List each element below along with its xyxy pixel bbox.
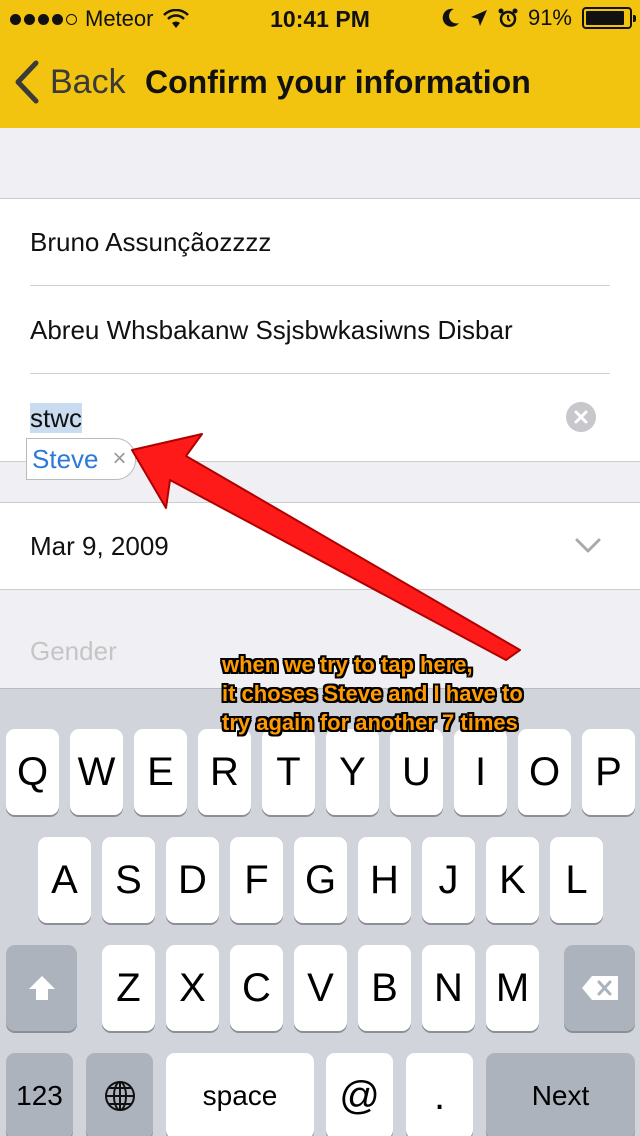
dot-key[interactable]: . (406, 1053, 473, 1136)
key-o[interactable]: O (518, 729, 571, 815)
chevron-left-icon (15, 60, 39, 104)
delete-key[interactable] (564, 945, 635, 1031)
key-l[interactable]: L (550, 837, 603, 923)
key-g[interactable]: G (294, 837, 347, 923)
key-i[interactable]: I (454, 729, 507, 815)
battery-percent: 91% (527, 5, 572, 30)
key-x[interactable]: X (166, 945, 219, 1031)
space-key[interactable]: space (166, 1053, 314, 1136)
name-fields-group: Bruno Assunçãozzzz Abreu Whsbakanw Ssjsb… (0, 198, 640, 462)
key-a[interactable]: A (38, 837, 91, 923)
moon-icon (442, 8, 459, 27)
key-c[interactable]: C (230, 945, 283, 1031)
divider (30, 373, 610, 374)
keyboard: Q W E R T Y U I O P A S D F G H J K L Z … (0, 688, 640, 1136)
key-s[interactable]: S (102, 837, 155, 923)
key-w[interactable]: W (70, 729, 123, 815)
first-name-field[interactable]: Bruno Assunçãozzzz (30, 227, 610, 258)
key-j[interactable]: J (422, 837, 475, 923)
birthdate-field[interactable]: Mar 9, 2009 (30, 531, 610, 562)
key-y[interactable]: Y (326, 729, 379, 815)
globe-icon (104, 1081, 135, 1111)
key-z[interactable]: Z (102, 945, 155, 1031)
chevron-down-icon[interactable] (575, 538, 601, 554)
key-v[interactable]: V (294, 945, 347, 1031)
last-name-field[interactable]: Abreu Whsbakanw Ssjsbwkasiwns Disbar (30, 315, 610, 346)
annotation-line: try again for another 7 times (222, 710, 518, 735)
shift-arrow-icon (28, 976, 55, 1000)
key-n[interactable]: N (422, 945, 475, 1031)
shift-key[interactable] (6, 945, 77, 1031)
key-h[interactable]: H (358, 837, 411, 923)
key-k[interactable]: K (486, 837, 539, 923)
key-m[interactable]: M (486, 945, 539, 1031)
clear-input-button[interactable] (566, 402, 596, 432)
back-button[interactable]: Back (14, 60, 126, 104)
at-key[interactable]: @ (326, 1053, 393, 1136)
key-d[interactable]: D (166, 837, 219, 923)
suggestion-label: Steve (32, 444, 99, 474)
divider (30, 285, 610, 286)
next-key[interactable]: Next (486, 1053, 635, 1136)
backspace-icon (581, 976, 618, 1000)
status-bar: Meteor 10:41 PM 91% (0, 0, 640, 40)
autocomplete-suggestion-chip[interactable]: Steve × (26, 438, 136, 480)
app-header: Meteor 10:41 PM 91% Back Confirm your in… (0, 0, 640, 128)
back-label: Back (50, 62, 126, 101)
annotation-line: it choses Steve and I have to (222, 681, 523, 706)
navigation-bar: Back Confirm your information (0, 40, 640, 128)
location-arrow-icon (470, 10, 487, 26)
key-f[interactable]: F (230, 837, 283, 923)
page-title: Confirm your information (145, 64, 531, 100)
school-input[interactable]: stwc (30, 403, 610, 434)
close-icon (574, 410, 588, 424)
annotation-line: when we try to tap here, (222, 652, 473, 677)
key-e[interactable]: E (134, 729, 187, 815)
chip-close-icon[interactable]: × (112, 439, 126, 479)
alarm-icon (498, 8, 518, 28)
key-u[interactable]: U (390, 729, 443, 815)
annotation-note: when we try to tap here, it choses Steve… (222, 650, 523, 737)
globe-key[interactable] (86, 1053, 153, 1136)
battery-icon (582, 7, 636, 29)
key-q[interactable]: Q (6, 729, 59, 815)
key-t[interactable]: T (262, 729, 315, 815)
key-r[interactable]: R (198, 729, 251, 815)
key-b[interactable]: B (358, 945, 411, 1031)
gender-field[interactable]: Gender (30, 636, 117, 667)
numbers-key[interactable]: 123 (6, 1053, 73, 1136)
school-input-text: stwc (30, 403, 82, 433)
key-p[interactable]: P (582, 729, 635, 815)
birthdate-group: Mar 9, 2009 (0, 502, 640, 590)
